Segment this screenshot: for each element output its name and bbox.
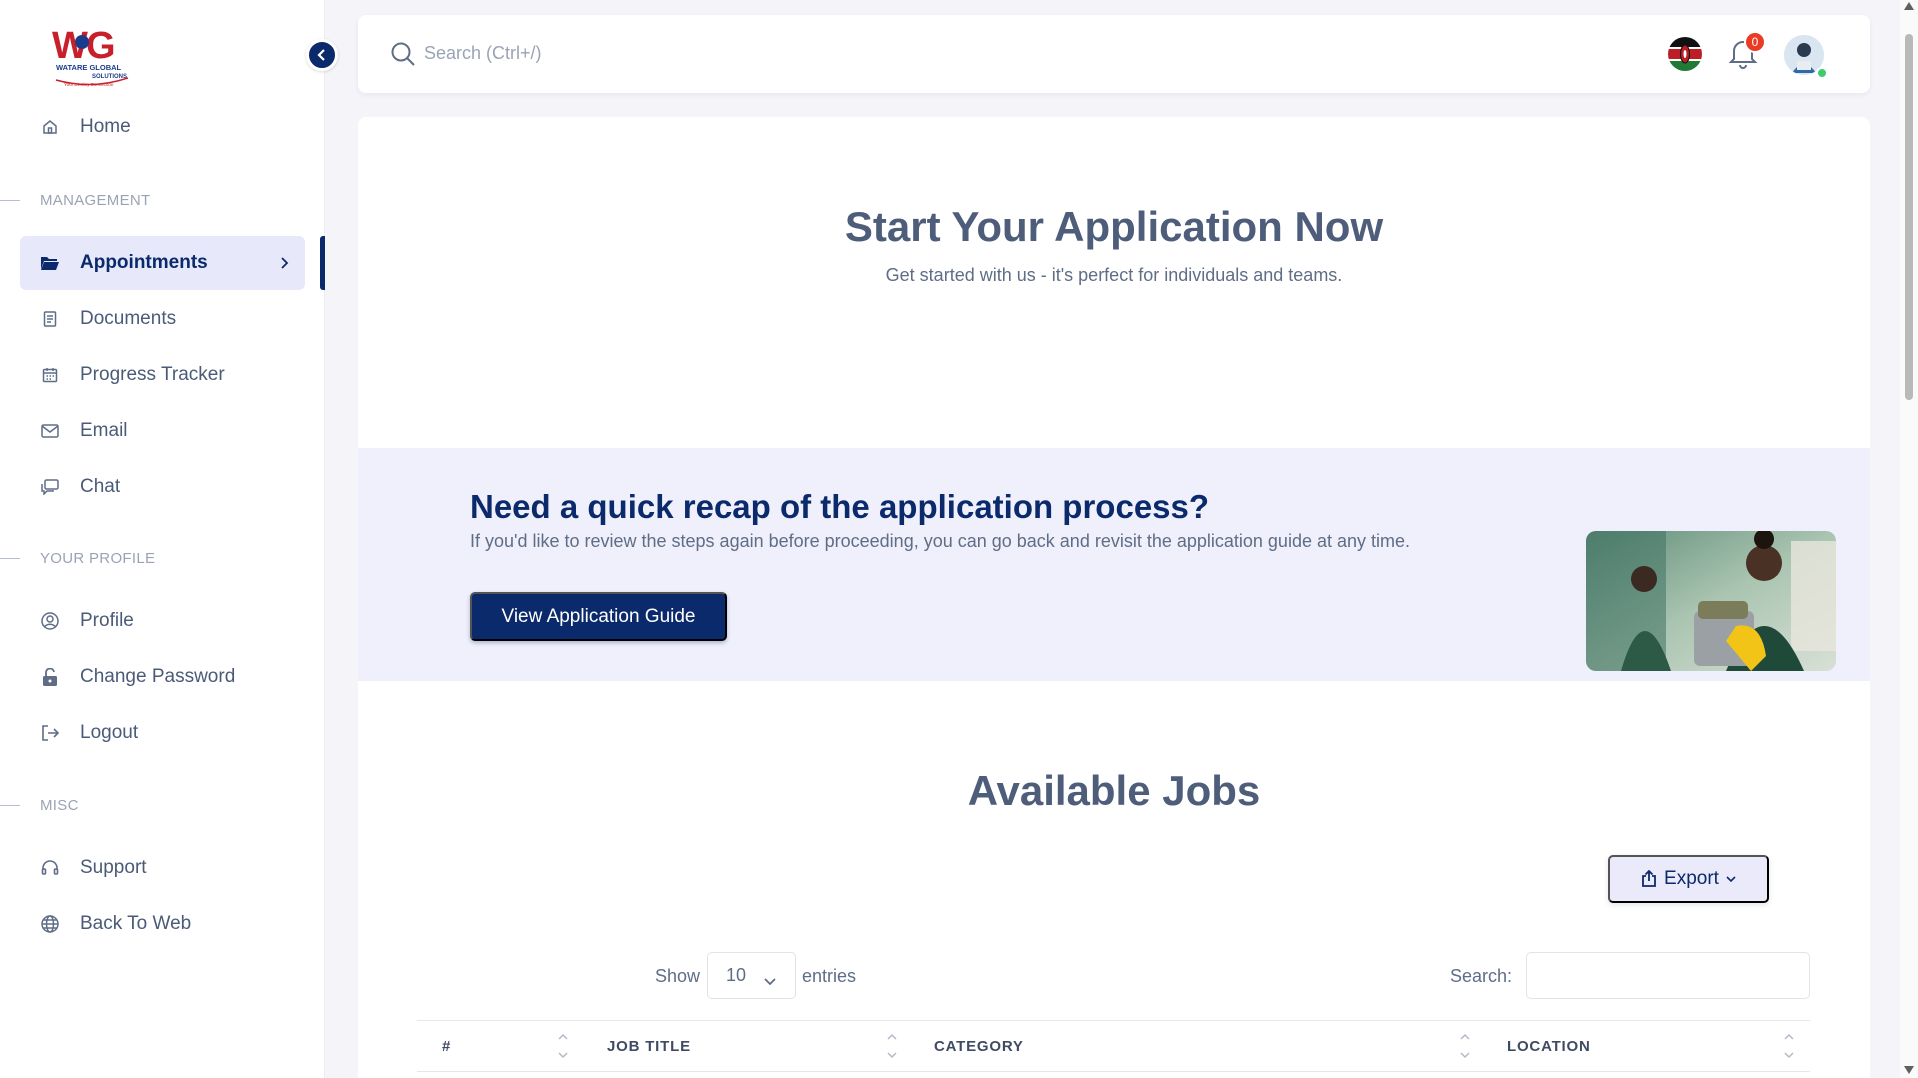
sidebar-item-profile[interactable]: Profile <box>20 594 305 648</box>
svg-text:G: G <box>86 25 116 67</box>
svg-text:WATARE GLOBAL: WATARE GLOBAL <box>56 63 122 72</box>
globe-icon <box>40 914 60 934</box>
available-jobs-title: Available Jobs <box>967 767 1261 814</box>
svg-text:SOLUTIONS: SOLUTIONS <box>92 74 127 80</box>
sidebar-item-change-password[interactable]: Change Password <box>20 650 305 704</box>
section-divider <box>0 200 20 201</box>
home-icon <box>40 117 60 137</box>
sidebar-item-label: Email <box>80 420 128 441</box>
sidebar-item-label: Progress Tracker <box>80 364 225 385</box>
entries-value: 10 <box>726 965 747 985</box>
sidebar-item-support[interactable]: Support <box>20 841 305 895</box>
top-navbar: Search (Ctrl+/) 0 <box>358 15 1870 93</box>
section-label-misc: MISC <box>40 797 79 814</box>
jobs-table-header: # JOB TITLE CATEGORY LOCATION <box>417 1020 1810 1072</box>
column-header-category[interactable]: CATEGORY <box>934 1021 1024 1071</box>
column-header-location[interactable]: LOCATION <box>1507 1021 1591 1071</box>
chat-icon <box>40 477 60 497</box>
sidebar-item-label: Documents <box>80 308 177 329</box>
page-title: Start Your Application Now <box>844 203 1384 250</box>
section-label-management: MANAGEMENT <box>40 192 151 209</box>
search-input[interactable]: Search (Ctrl+/) <box>424 43 542 64</box>
sidebar-item-label: Support <box>80 857 147 878</box>
main-content: Start Your Application Now Get started w… <box>358 117 1870 1078</box>
show-label: Show <box>655 966 701 986</box>
scrollbar-thumb[interactable] <box>1905 34 1913 400</box>
entries-per-page-select[interactable]: 10 <box>707 952 796 999</box>
chevron-down-icon <box>763 970 777 991</box>
sidebar-item-email[interactable]: Email <box>20 404 305 458</box>
online-status-dot <box>1816 67 1828 79</box>
view-application-guide-button[interactable]: View Application Guide <box>470 592 727 641</box>
notification-badge: 0 <box>1744 31 1766 53</box>
sort-icon[interactable] <box>1459 1031 1471 1061</box>
sidebar-item-label: Change Password <box>80 666 236 687</box>
sidebar-item-appointments[interactable]: Appointments <box>20 236 305 290</box>
sidebar-collapse-button[interactable] <box>306 39 338 71</box>
export-dropdown-button[interactable]: Export <box>1608 855 1769 903</box>
entries-label: entries <box>802 966 857 986</box>
folder-open-icon <box>40 253 60 273</box>
section-divider <box>0 805 20 806</box>
headset-icon <box>40 858 60 878</box>
sidebar-item-back-to-web[interactable]: Back To Web <box>20 897 305 951</box>
sidebar-item-chat[interactable]: Chat <box>20 460 305 514</box>
sort-icon[interactable] <box>886 1031 898 1061</box>
search-icon[interactable] <box>390 41 416 72</box>
svg-text:Your Destiny Connection: Your Destiny Connection <box>64 82 114 87</box>
chevron-right-icon <box>279 254 289 276</box>
user-circle-icon <box>40 611 60 631</box>
active-indicator <box>320 236 325 290</box>
worker-photo <box>1586 531 1836 671</box>
language-flag-icon[interactable] <box>1668 37 1702 71</box>
chevron-down-icon <box>1726 876 1736 883</box>
recap-text: If you'd like to review the steps again … <box>470 531 1411 551</box>
recap-title: Need a quick recap of the application pr… <box>470 488 1210 525</box>
sidebar-item-label: Home <box>80 116 131 137</box>
sidebar-item-documents[interactable]: Documents <box>20 292 305 346</box>
scroll-up-arrow[interactable] <box>1904 2 1914 10</box>
application-recap-banner: Need a quick recap of the application pr… <box>358 448 1870 681</box>
sidebar: W G WATARE GLOBAL SOLUTIONS Your Destiny… <box>0 0 325 1078</box>
mail-icon <box>40 421 60 441</box>
chevron-left-icon <box>317 49 325 61</box>
section-divider <box>0 558 20 559</box>
page-scrollbar[interactable] <box>1900 0 1918 1078</box>
page-subtitle: Get started with us - it's perfect for i… <box>885 265 1343 285</box>
sidebar-item-label: Back To Web <box>80 913 192 934</box>
column-header-number[interactable]: # <box>442 1021 451 1071</box>
sidebar-item-label: Profile <box>80 610 134 631</box>
sidebar-item-label: Chat <box>80 476 121 497</box>
sidebar-item-logout[interactable]: Logout <box>20 706 305 760</box>
upload-icon <box>1642 870 1656 887</box>
sort-icon[interactable] <box>1783 1031 1795 1061</box>
export-label: Export <box>1664 868 1719 889</box>
sort-icon[interactable] <box>557 1031 569 1061</box>
sidebar-item-label: Logout <box>80 722 139 743</box>
table-search-label: Search: <box>1450 966 1513 986</box>
document-icon <box>40 309 60 329</box>
sidebar-item-home[interactable]: Home <box>20 100 305 154</box>
brand-logo[interactable]: W G WATARE GLOBAL SOLUTIONS Your Destiny… <box>52 20 132 88</box>
table-search-input[interactable] <box>1526 952 1810 999</box>
calendar-icon <box>40 365 60 385</box>
section-label-profile: YOUR PROFILE <box>40 550 156 567</box>
lock-icon <box>40 667 60 687</box>
sidebar-item-label: Appointments <box>80 252 208 273</box>
logout-icon <box>40 723 60 743</box>
scroll-down-arrow[interactable] <box>1904 1066 1914 1074</box>
sidebar-item-progress-tracker[interactable]: Progress Tracker <box>20 348 305 402</box>
column-header-job-title[interactable]: JOB TITLE <box>607 1021 691 1071</box>
